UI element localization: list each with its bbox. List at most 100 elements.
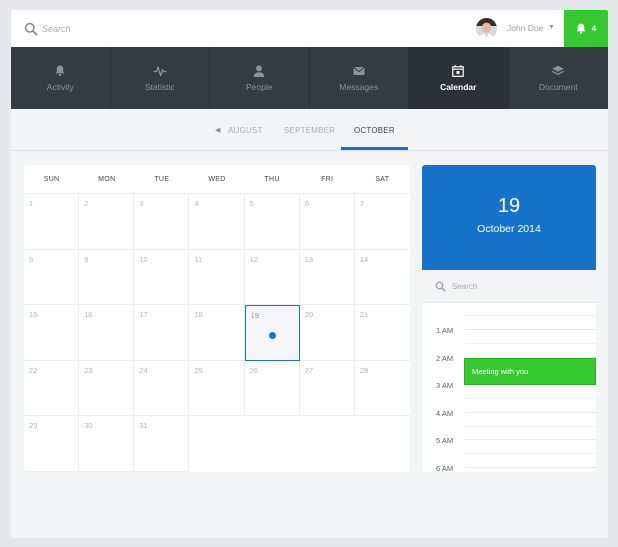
calendar-day-cell[interactable]: 1 [24,194,80,250]
pulse-icon [153,65,167,76]
tab-october[interactable]: OCTOBER [354,126,395,135]
half-hour-line [465,315,596,316]
notification-count: 4 [591,24,597,33]
calendar-day-cell[interactable]: 20 [299,305,355,361]
tab-august[interactable]: AUGUST [228,126,263,135]
day-number: 20 [304,310,314,320]
app-frame: John Doe ▼ 4 Activity Statistic [11,10,608,538]
nav-item-label: Activity [46,81,74,92]
calendar-day-cell[interactable]: 15 [24,305,80,361]
day-number: 7 [359,199,365,208]
time-label: 2 AM [436,354,454,363]
calendar-day-cell-selected[interactable]: 19 [244,305,300,361]
calendar-day-cell[interactable]: 2 [79,194,135,250]
selected-date-card: 19 October 2014 [422,165,596,270]
calendar-day-cell[interactable]: 24 [134,360,190,417]
half-hour-line [465,398,596,399]
time-label: 3 AM [436,381,454,390]
nav-item-statistic[interactable]: Statistic [111,47,210,109]
day-number: 1 [29,199,34,208]
nav-item-label: People [246,81,273,92]
weekday-label: TUE [154,176,170,183]
day-number: 6 [304,199,309,208]
calendar-day-cell[interactable]: 12 [244,249,300,306]
calendar-day-cell[interactable]: 30 [79,416,135,472]
day-number: 31 [139,421,148,431]
weekday-label: SAT [375,176,390,183]
search-icon [435,281,446,292]
calendar-day-cell[interactable]: 13 [299,249,355,306]
calendar-day-cell[interactable]: 17 [134,305,190,361]
tab-september[interactable]: SEPTEMBER [284,126,335,135]
search-input[interactable] [42,20,242,38]
calendar-day-cell[interactable]: 22 [24,360,80,417]
calendar-day-cell[interactable]: 21 [354,305,410,361]
event-search-input[interactable] [452,278,582,294]
day-number: 5 [249,199,254,208]
calendar-day-cell[interactable]: 27 [299,360,355,417]
time-label: 4 AM [436,409,454,418]
calendar-day-cell[interactable]: 9 [79,249,135,306]
day-number: 25 [194,365,203,375]
top-bar: John Doe ▼ 4 [11,10,608,47]
time-label: 6 AM [436,464,454,472]
calendar-day-cell[interactable]: 5 [244,194,300,250]
calendar-day-cell[interactable]: 28 [354,361,410,417]
day-number: 30 [84,421,93,431]
calendar-day-cell[interactable]: 6 [299,194,355,250]
nav-item-label: Document [538,81,578,92]
hour-line [465,467,596,468]
day-number: 29 [29,421,38,431]
notifications-button[interactable]: 4 [564,10,608,47]
user-name[interactable]: John Doe [507,23,543,33]
calendar-day-cell[interactable]: 7 [354,194,410,250]
avatar[interactable] [476,18,497,39]
day-number: 2 [84,199,89,208]
main-nav: Activity Statistic People Messages Calen… [11,47,608,109]
user-photo [476,18,497,39]
hour-line [465,329,596,330]
nav-item-label: Messages [339,81,379,92]
nav-item-people[interactable]: People [210,47,310,109]
calendar-day-cell[interactable]: 16 [79,305,135,361]
calendar-day-cell[interactable]: 25 [189,360,245,417]
weekday-label: WED [208,176,226,183]
day-number: 26 [249,365,258,375]
weekday-header: SUN MON TUE WED THU FRI SAT [24,165,410,194]
calendar-day-cell[interactable]: 10 [134,249,190,306]
day-number: 18 [194,310,203,320]
nav-item-calendar[interactable]: Calendar [409,47,509,109]
calendar-day-cell[interactable]: 14 [354,250,410,306]
nav-item-label: Statistic [144,81,175,92]
calendar-day-cell[interactable]: 18 [189,305,245,361]
day-number: 13 [304,254,314,264]
hour-line [465,439,596,440]
calendar-day-cell[interactable]: 29 [24,416,80,472]
chevron-down-icon[interactable]: ▼ [548,24,555,31]
event-meeting[interactable]: Meeting with you [464,358,596,385]
day-number: 24 [139,365,148,375]
nav-item-activity[interactable]: Activity [11,47,111,109]
calendar-day-cell[interactable]: 4 [189,194,245,250]
chevron-left-icon[interactable]: ◀ [215,126,220,134]
day-timeline: 1 AM 2 AM 3 AM 4 AM 5 AM 6 AM Meeting wi… [422,303,596,472]
calendar-day-cell[interactable]: 11 [189,249,245,306]
month-calendar: SUN MON TUE WED THU FRI SAT 1 2 3 4 5 6 7 8 9 10 1… [24,165,410,472]
calendar-day-cell[interactable]: 3 [134,194,190,250]
calendar-day-cell[interactable]: 26 [244,360,300,417]
calendar-day-cell[interactable]: 23 [79,360,135,417]
selected-month-year: October 2014 [477,223,541,235]
weekday-label: SUN [43,176,60,183]
weekday-label: FRI [321,176,334,183]
nav-item-document[interactable]: Document [509,47,609,109]
hour-line [465,412,596,413]
event-dot[interactable] [268,331,276,339]
calendar-day-cell[interactable]: 8 [24,249,80,306]
person-icon [254,64,265,77]
nav-item-messages[interactable]: Messages [310,47,409,109]
time-label: 1 AM [436,326,454,335]
calendar-day-cell[interactable]: 31 [134,416,190,472]
day-number: 28 [359,365,369,375]
layers-icon [551,65,565,75]
half-hour-line [465,453,596,454]
